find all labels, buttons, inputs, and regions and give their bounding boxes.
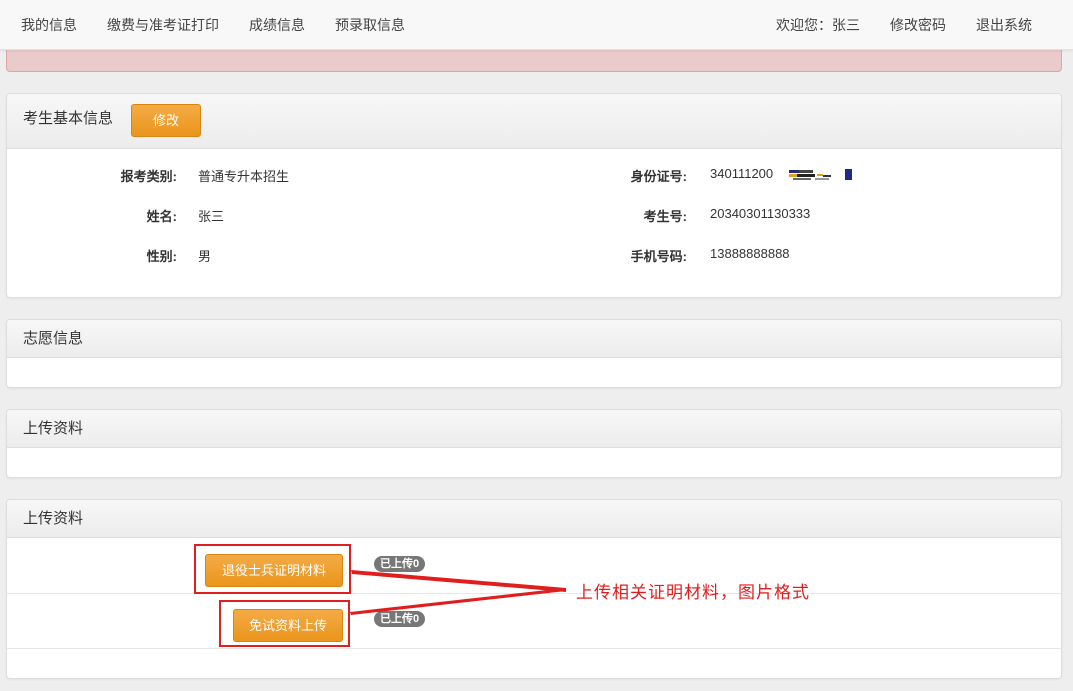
nav-score-info[interactable]: 成绩信息 <box>249 0 305 50</box>
annotation-arrows <box>350 570 566 615</box>
nav-fee-print[interactable]: 缴费与准考证打印 <box>107 0 219 50</box>
nav-welcome-user: 欢迎您：张三 <box>776 17 860 33</box>
nav-logout[interactable]: 退出系统 <box>976 0 1032 50</box>
nav-change-password[interactable]: 修改密码 <box>890 0 946 50</box>
annotation-arrow-lower <box>350 588 566 615</box>
nav-pre-admission[interactable]: 预录取信息 <box>335 0 405 50</box>
nav-my-info[interactable]: 我的信息 <box>21 0 77 50</box>
annotation-arrow-upper <box>351 570 566 592</box>
top-navbar: 我的信息 缴费与准考证打印 成绩信息 预录取信息 欢迎您：张三 修改密码 退出系… <box>0 0 1073 50</box>
annotation-text: 上传相关证明材料，图片格式 <box>576 583 810 602</box>
